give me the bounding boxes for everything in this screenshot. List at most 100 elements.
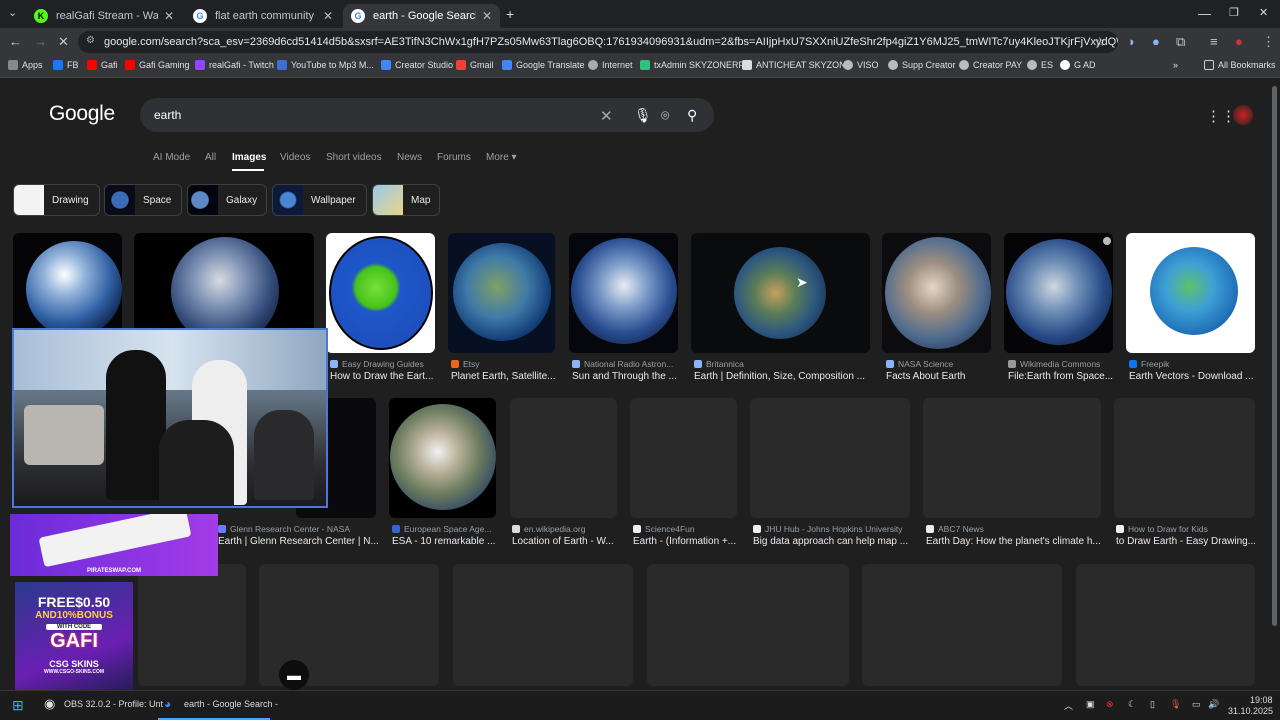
tab-forums[interactable]: Forums <box>437 152 471 163</box>
search-input[interactable]: earth <box>154 108 181 122</box>
image-result[interactable] <box>453 564 633 686</box>
result-title[interactable]: Earth - (Information +... <box>633 536 739 547</box>
tray-record-icon[interactable]: ⊗ <box>1106 699 1114 710</box>
bookmark-internet[interactable]: Internet <box>588 60 633 70</box>
result-source[interactable]: NASA Science <box>886 359 953 369</box>
clock-date[interactable]: 31.10.2025 <box>1228 706 1273 716</box>
lens-icon[interactable]: ⌾ <box>661 107 669 124</box>
image-result[interactable] <box>750 398 910 518</box>
result-source[interactable]: JHU Hub - Johns Hopkins University <box>753 524 902 534</box>
result-title[interactable]: Earth Vectors - Download ... <box>1129 371 1254 382</box>
image-result[interactable] <box>1114 398 1255 518</box>
image-result[interactable] <box>630 398 737 518</box>
image-result[interactable] <box>1076 564 1255 686</box>
image-result[interactable] <box>138 564 246 686</box>
bookmark-gafi[interactable]: Gafi <box>87 60 118 70</box>
tab-earth-search[interactable]: G earth - Google Search ✕ <box>343 4 500 28</box>
image-result[interactable] <box>691 233 870 353</box>
bookmark-yt-mp3[interactable]: YouTube to Mp3 M... <box>277 60 374 70</box>
bookmark-star-icon[interactable]: ☆ <box>1094 34 1106 50</box>
chip-space[interactable]: Space <box>104 184 182 216</box>
clock-time[interactable]: 19:08 <box>1250 695 1273 705</box>
bookmark-anticheat[interactable]: ANTICHEAT SKYZONE <box>742 60 852 70</box>
close-icon[interactable]: ✕ <box>164 9 174 23</box>
tab-images[interactable]: Images <box>232 152 266 163</box>
image-result[interactable] <box>923 398 1101 518</box>
close-icon[interactable]: ✕ <box>482 9 492 23</box>
chip-wallpaper[interactable]: Wallpaper <box>272 184 367 216</box>
result-title[interactable]: File:Earth from Space... <box>1008 371 1114 382</box>
result-source[interactable]: National Radio Astron... <box>572 359 673 369</box>
tab-search-icon[interactable]: ⌄ <box>8 6 17 19</box>
site-info-icon[interactable]: ⚙ <box>86 35 95 46</box>
image-result[interactable] <box>1004 233 1113 353</box>
windows-start-icon[interactable]: ⊞ <box>12 697 24 714</box>
taskbar-obs[interactable]: OBS 32.0.2 - Profile: Unt <box>64 699 163 709</box>
image-result[interactable] <box>882 233 991 353</box>
clear-icon[interactable]: ✕ <box>600 107 613 125</box>
tray-arrow-icon[interactable]: ︿ <box>1064 699 1073 712</box>
result-title[interactable]: Earth | Definition, Size, Composition ..… <box>694 371 870 382</box>
network-icon[interactable]: ▭ <box>1192 699 1201 710</box>
result-source[interactable]: European Space Age... <box>392 524 491 534</box>
page-scrollbar[interactable] <box>1272 86 1277 626</box>
tray-app-icon[interactable]: ▣ <box>1086 699 1095 710</box>
more-bookmarks-icon[interactable]: » <box>1173 60 1178 70</box>
chip-drawing[interactable]: Drawing <box>13 184 100 216</box>
result-title[interactable]: Sun and Through the ... <box>572 371 678 382</box>
close-icon[interactable]: ✕ <box>323 9 333 23</box>
result-source[interactable]: Freepik <box>1129 359 1169 369</box>
result-title[interactable]: Earth | Glenn Research Center | N... <box>218 536 378 547</box>
result-title[interactable]: ESA - 10 remarkable ... <box>392 536 498 547</box>
bookmark-apps[interactable]: Apps <box>8 60 43 70</box>
result-title[interactable]: Planet Earth, Satellite... <box>451 371 557 382</box>
google-logo[interactable]: Google <box>49 102 115 126</box>
tray-usb-icon[interactable]: ▯ <box>1150 699 1155 710</box>
result-source[interactable]: Science4Fun <box>633 524 695 534</box>
result-title[interactable]: to Draw Earth - Easy Drawing... <box>1116 536 1255 547</box>
tab-more[interactable]: More ▾ <box>486 152 517 163</box>
bookmark-gmail[interactable]: Gmail <box>456 60 494 70</box>
result-source[interactable]: Glenn Research Center - NASA <box>218 524 350 534</box>
minimize-button[interactable]: — <box>1198 6 1211 21</box>
tab-all[interactable]: All <box>205 152 216 163</box>
bookmark-fb[interactable]: FB <box>53 60 79 70</box>
bookmark-twitch[interactable]: realGafi - Twitch <box>195 60 274 70</box>
new-tab-button[interactable]: + <box>506 6 514 22</box>
extensions-puzzle-icon[interactable]: ⧉ <box>1176 34 1185 50</box>
forward-icon[interactable]: → <box>34 34 47 49</box>
image-result[interactable] <box>448 233 555 353</box>
result-source[interactable]: Etsy <box>451 359 480 369</box>
media-icon[interactable]: ≡ <box>1210 34 1218 49</box>
tab-short-videos[interactable]: Short videos <box>326 152 382 163</box>
bookmark-viso[interactable]: VISO <box>843 60 879 70</box>
microphone-icon[interactable]: 🎙 <box>1170 699 1181 710</box>
extension-icon[interactable]: ● <box>1152 34 1160 49</box>
image-result[interactable] <box>1126 233 1255 353</box>
tab-realgafi[interactable]: K realGafi Stream - Watch Live on ✕ <box>26 4 182 28</box>
result-source[interactable]: Easy Drawing Guides <box>330 359 424 369</box>
bookmark-gafi-gaming[interactable]: Gafi Gaming <box>125 60 190 70</box>
apps-grid-icon[interactable]: ⋮⋮ <box>1206 107 1236 125</box>
result-title[interactable]: Big data approach can help map ... <box>753 536 911 547</box>
maximize-button[interactable]: ❐ <box>1229 6 1239 19</box>
tab-news[interactable]: News <box>397 152 422 163</box>
result-title[interactable]: How to Draw the Eart... <box>330 371 436 382</box>
volume-icon[interactable]: 🔊 <box>1208 699 1219 710</box>
image-result[interactable] <box>510 398 617 518</box>
close-window-button[interactable]: ✕ <box>1259 6 1268 19</box>
result-title[interactable]: Location of Earth - W... <box>512 536 618 547</box>
bookmark-txadmin[interactable]: txAdmin SKYZONERP <box>640 60 745 70</box>
result-source[interactable]: How to Draw for Kids <box>1116 524 1208 534</box>
tab-ai-mode[interactable]: AI Mode <box>153 152 190 163</box>
bookmark-g-ad[interactable]: G AD <box>1060 60 1096 70</box>
image-result[interactable] <box>647 564 849 686</box>
result-source[interactable]: Britannica <box>694 359 744 369</box>
search-box[interactable]: earth ✕ 🎙 ⌾ ⚲ <box>140 98 714 132</box>
profile-avatar[interactable]: ● <box>1235 34 1243 49</box>
account-avatar[interactable] <box>1233 105 1253 125</box>
chat-bubble-icon[interactable]: ▬ <box>279 660 309 690</box>
back-icon[interactable]: ← <box>9 34 22 49</box>
result-source[interactable]: en.wikipedia.org <box>512 524 585 534</box>
result-title[interactable]: Earth Day: How the planet's climate h... <box>926 536 1102 547</box>
